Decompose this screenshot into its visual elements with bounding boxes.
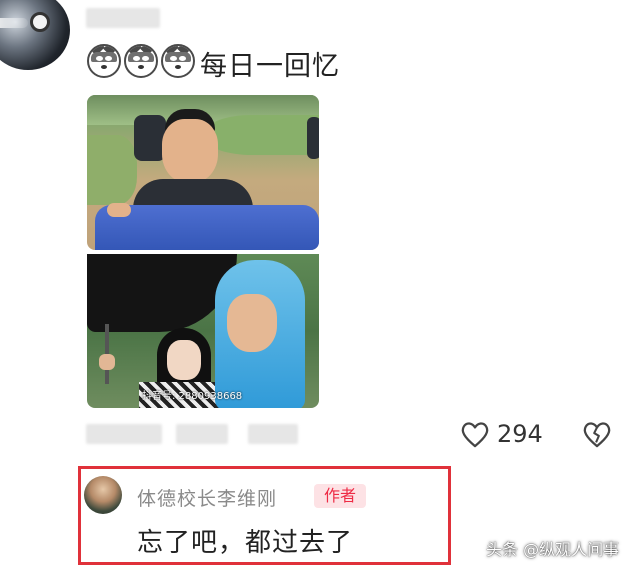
- husky-emoji-icon: [161, 44, 195, 78]
- comment-text: 每日一回忆: [200, 51, 340, 82]
- reply-text: 忘了吧，都过去了: [137, 528, 354, 558]
- husky-emoji-icon: [124, 44, 158, 78]
- like-count: 294: [497, 420, 543, 448]
- author-badge: 作者: [314, 484, 366, 508]
- avatar-camera-icon: [30, 12, 50, 32]
- comment-image-top[interactable]: [87, 95, 319, 250]
- blurred-location: [176, 424, 228, 444]
- blurred-reply-button[interactable]: [248, 424, 298, 444]
- comment-image-bottom[interactable]: 抖音号: 2880938668: [87, 254, 319, 408]
- author-avatar[interactable]: [84, 476, 122, 514]
- avatar-glint: [0, 18, 28, 28]
- commenter-avatar[interactable]: [0, 0, 70, 70]
- image-watermark: 抖音号: 2880938668: [142, 391, 243, 402]
- heart-icon[interactable]: [460, 420, 490, 448]
- source-watermark: 头条 @纵观人间事: [486, 540, 620, 559]
- broken-heart-icon[interactable]: [582, 420, 612, 448]
- blurred-username[interactable]: [86, 8, 160, 28]
- author-name[interactable]: 体德校长李维刚: [137, 484, 277, 511]
- husky-emoji-icon: [87, 44, 121, 78]
- blurred-timestamp: [86, 424, 162, 444]
